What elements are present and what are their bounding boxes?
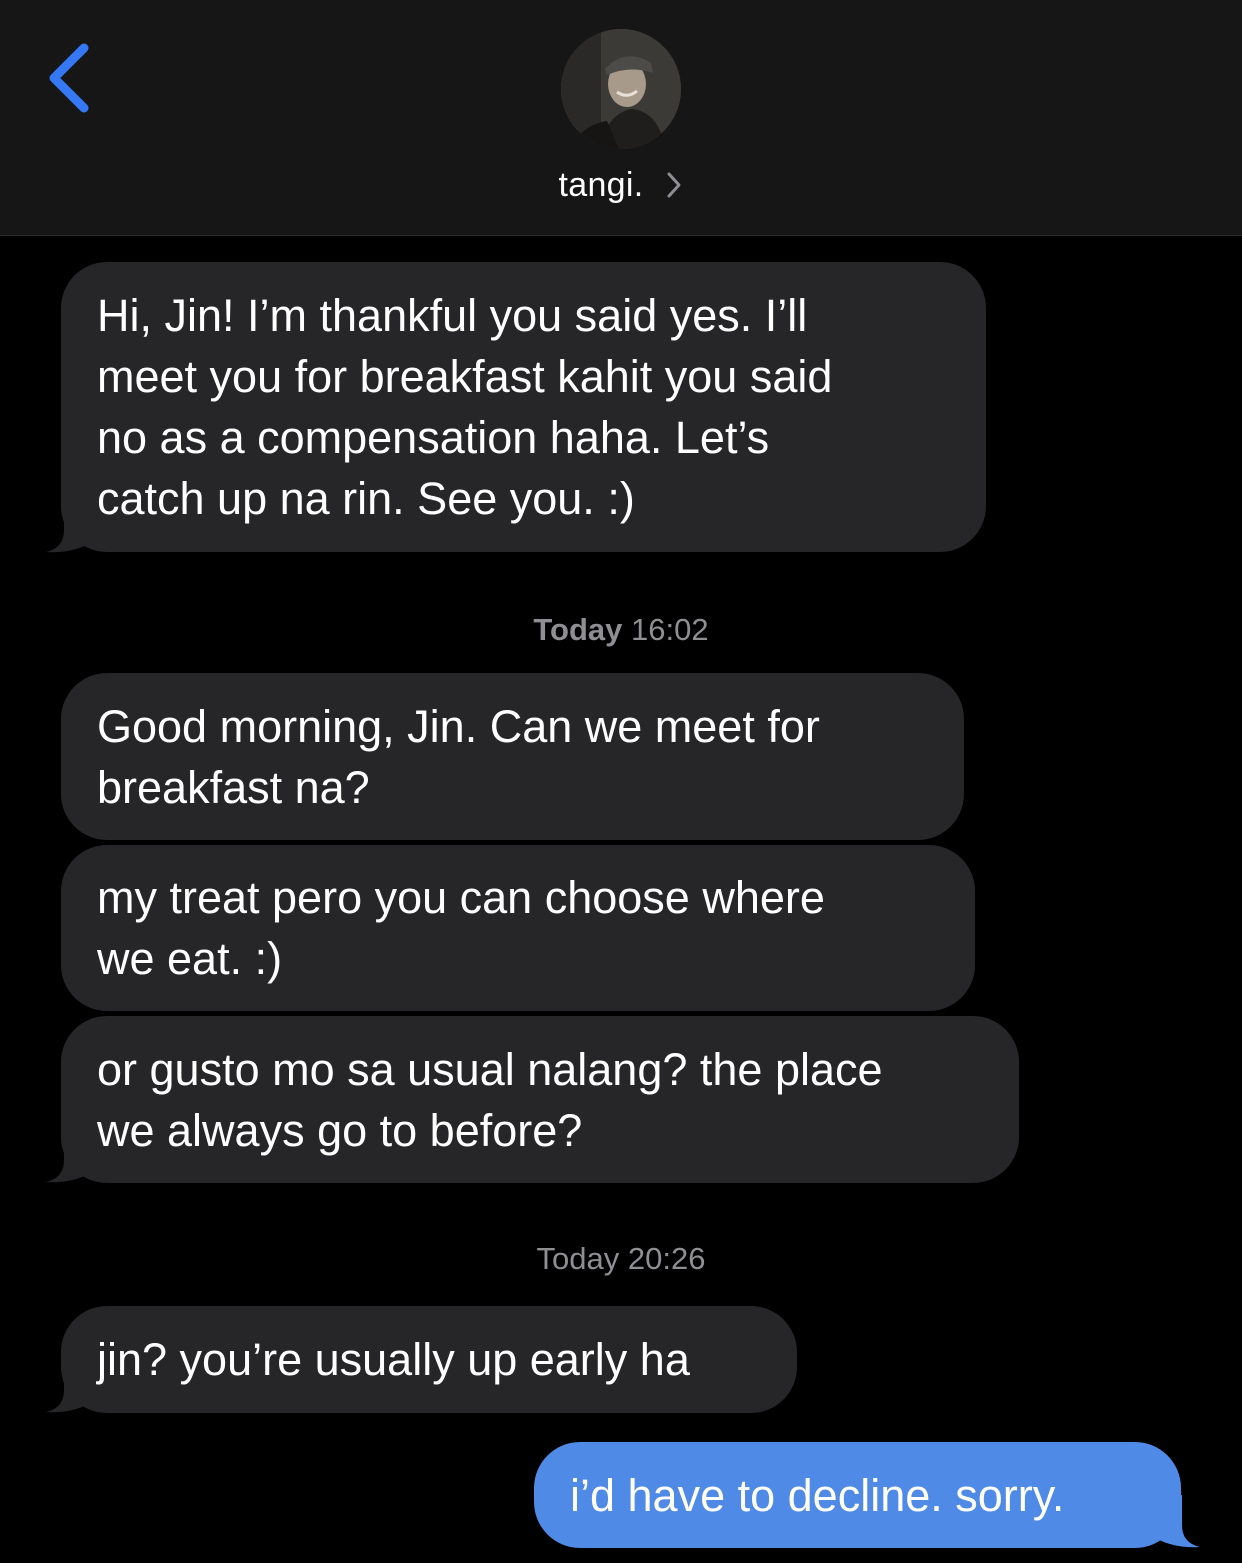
back-button[interactable] — [38, 38, 108, 118]
incoming-message-bubble[interactable]: Good morning, Jin. Can we meet for break… — [61, 673, 964, 840]
incoming-message-bubble[interactable]: jin? you’re usually up early ha — [61, 1306, 797, 1413]
timestamp: Today 20:26 — [0, 1241, 1242, 1277]
message-text: Good morning, Jin. Can we meet for break… — [97, 700, 820, 813]
incoming-message-bubble[interactable]: my treat pero you can choose where we ea… — [61, 845, 975, 1011]
incoming-bubble-tail — [46, 500, 96, 553]
message-text: or gusto mo sa usual nalang? the place w… — [97, 1043, 883, 1156]
timestamp-time: 20:26 — [627, 1241, 706, 1276]
timestamp: Today 16:02 — [0, 612, 1242, 648]
timestamp-day: Today — [533, 612, 623, 647]
message-text: my treat pero you can choose where we ea… — [97, 872, 825, 984]
outgoing-bubble-tail — [1150, 1495, 1200, 1548]
timestamp-time: 16:02 — [631, 612, 709, 647]
timestamp-day: Today — [536, 1241, 620, 1276]
message-text: Hi, Jin! I’m thankful you said yes. I’ll… — [97, 290, 833, 524]
contact-avatar[interactable] — [561, 29, 681, 149]
message-text: jin? you’re usually up early ha — [97, 1334, 690, 1385]
contact-name: tangi. — [558, 165, 644, 204]
chevron-right-icon — [667, 172, 681, 198]
contact-info-link[interactable]: tangi. — [0, 162, 1242, 208]
outgoing-message-bubble[interactable]: i’d have to decline. sorry. — [534, 1442, 1181, 1548]
avatar-photo — [561, 29, 681, 149]
incoming-bubble-tail — [46, 1130, 96, 1183]
chevron-left-icon — [49, 43, 89, 113]
incoming-message-bubble[interactable]: Hi, Jin! I’m thankful you said yes. I’ll… — [61, 262, 986, 552]
incoming-bubble-tail — [46, 1360, 96, 1413]
message-text: i’d have to decline. sorry. — [570, 1469, 1065, 1521]
conversation-header: tangi. — [0, 0, 1242, 236]
incoming-message-bubble[interactable]: or gusto mo sa usual nalang? the place w… — [61, 1016, 1019, 1183]
